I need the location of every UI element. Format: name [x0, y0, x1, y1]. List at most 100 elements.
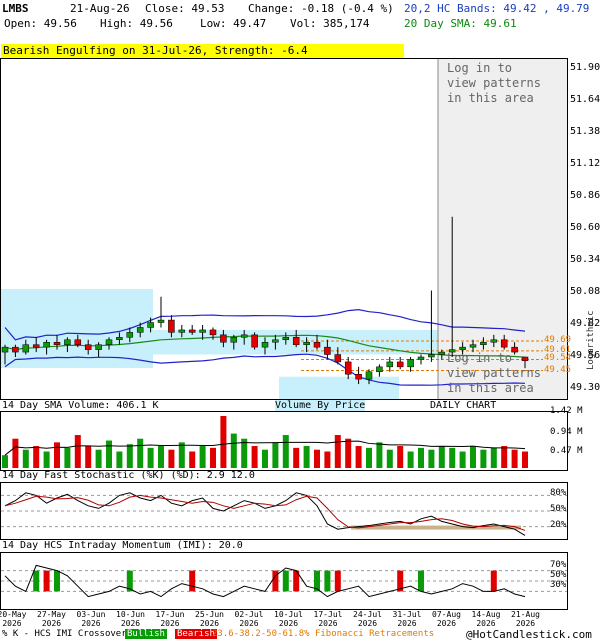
x-tick: 17-Jul 2026	[313, 610, 343, 628]
candle-body	[178, 329, 186, 333]
login-note[interactable]: Log in to view patterns in this area	[447, 61, 547, 106]
volume-bar	[522, 451, 528, 468]
candle-body	[334, 354, 342, 363]
open-value: Open: 49.56	[4, 17, 77, 30]
candle-body	[95, 344, 102, 350]
volume-tick: 1.42 M	[550, 406, 583, 416]
volume-bar	[428, 449, 435, 468]
bullish-crossover	[418, 570, 424, 592]
login-note-bottom[interactable]: Log in to view patterns in this area	[447, 351, 547, 396]
candle-body	[74, 339, 82, 345]
candle-body	[1, 346, 9, 353]
candle-body	[230, 337, 238, 343]
x-axis: 20-May 2026 27-May 2026 03-Jun 2026 10-Jun 2026…	[0, 610, 568, 630]
volume-bar	[293, 447, 300, 468]
pattern-banner: Bearish Engulfing on 31-Jul-26, Strength…	[1, 44, 404, 58]
x-tick: 02-Jul 2026	[234, 610, 264, 628]
candle-body	[240, 334, 248, 338]
x-tick: 10-Jun 2026	[116, 610, 145, 628]
candle-body	[344, 361, 352, 375]
volume-value: Vol: 385,174	[290, 17, 370, 30]
volume-by-price-label: Volume By Price	[275, 400, 366, 411]
change-value: Change: -0.18 (-0.4 %)	[248, 2, 394, 15]
volume-bar	[511, 449, 518, 468]
fib-marker: 49.69	[544, 335, 572, 345]
volume-tick: 0.47 M	[550, 446, 583, 456]
price-tick: 50.60	[570, 222, 600, 233]
x-tick: 31-Jul 2026	[392, 610, 422, 628]
volume-bar	[189, 451, 196, 468]
stoch-tick: 20%	[550, 519, 567, 530]
candle-body	[220, 334, 227, 343]
candle-body	[261, 341, 269, 348]
volume-bar	[324, 451, 331, 468]
volume-axis: 1.42 M 0.94 M 0.47 M	[548, 406, 600, 468]
candle-body	[53, 341, 61, 345]
stoch-d-line	[4, 494, 526, 531]
candle-body	[355, 373, 362, 380]
volume-bar	[64, 447, 71, 468]
volume-bar	[199, 446, 206, 468]
low-value: Low: 49.47	[200, 17, 267, 30]
volume-bar	[272, 442, 279, 468]
imi-panel-title: 14 Day HCS Intraday Momentum (IMI): 20.0	[2, 540, 243, 551]
candle-body	[500, 339, 508, 348]
daily-chart-label: DAILY CHART	[430, 400, 497, 411]
volume-bar	[116, 451, 123, 468]
bearish-crossover	[334, 570, 341, 592]
candle-body	[43, 341, 50, 348]
volume-bar	[314, 449, 320, 468]
volume-bar	[33, 446, 40, 468]
price-tick: 51.38	[570, 126, 600, 137]
candle-body	[251, 334, 258, 348]
copyright[interactable]: @HotCandlestick.com	[466, 628, 592, 641]
candle	[251, 332, 258, 350]
volume-panel	[0, 411, 568, 471]
volume-bar	[418, 447, 424, 468]
volume-panel-title: 14 Day SMA Volume: 406.1 K	[2, 400, 159, 411]
candle-body	[32, 344, 40, 348]
legend-bullish: Bullish	[125, 629, 167, 639]
price-tick: 51.64	[570, 94, 600, 105]
x-tick: 25-Jun 2026	[195, 610, 224, 628]
stoch-axis: 80% 50% 20%	[548, 482, 600, 540]
volume-bar	[168, 449, 175, 468]
stoch-tick: 80%	[550, 488, 567, 499]
volume-tick: 0.94 M	[550, 427, 583, 437]
candle-body	[282, 337, 290, 341]
imi-panel	[0, 552, 568, 610]
candle-body	[469, 344, 477, 348]
volume-bar	[470, 446, 476, 468]
x-tick: 03-Jun 2026	[76, 610, 106, 628]
volume-bar	[355, 446, 362, 468]
ticker: LMBS	[2, 2, 29, 15]
stoch-panel	[0, 482, 568, 540]
volume-bar	[366, 447, 372, 468]
volume-bar	[262, 449, 268, 468]
volume-bar	[490, 447, 497, 468]
date: 21-Aug-26	[70, 2, 130, 15]
volume-bar	[480, 449, 487, 468]
candle	[157, 296, 165, 328]
volume-bar	[282, 435, 289, 468]
vbp-shade-3	[279, 376, 399, 399]
volume-bar	[459, 451, 466, 468]
candle-body	[303, 341, 310, 345]
candle-body	[490, 339, 498, 343]
candle	[417, 354, 425, 365]
candle-body	[396, 361, 404, 368]
candle-body	[272, 339, 279, 343]
volume-bar	[2, 455, 8, 468]
price-tick: 50.34	[570, 254, 600, 265]
stoch-panel-title: 14 Day Fast Stochastic (%K) (%D): 2.9 12…	[2, 470, 255, 481]
volume-bar	[126, 444, 133, 468]
volume-bar	[106, 440, 112, 468]
candle-body	[136, 327, 144, 333]
volume-bar	[230, 433, 237, 468]
volume-bar	[303, 446, 310, 468]
x-tick: 14-Aug 2026	[471, 610, 501, 628]
imi-tick: 70%	[550, 560, 567, 570]
imi-axis: 70% 50% 30%	[548, 560, 600, 608]
price-tick: 50.08	[570, 286, 600, 297]
x-tick: 27-May 2026	[37, 610, 66, 628]
